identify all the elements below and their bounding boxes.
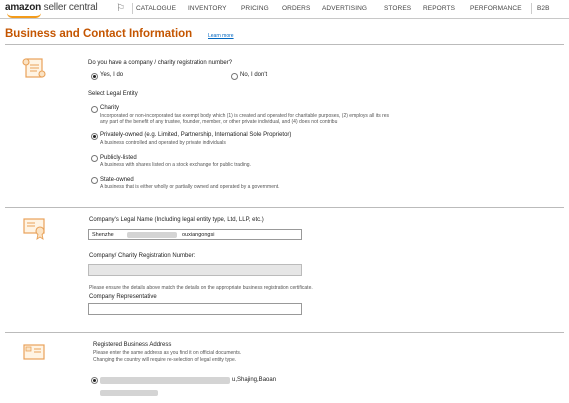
- flag-icon[interactable]: ⚐: [116, 3, 125, 14]
- nav-reports[interactable]: REPORTS: [423, 5, 455, 12]
- legal-entity-heading: Select Legal Entity: [88, 91, 138, 97]
- registered-address-value[interactable]: u,Shajing,Baoan: [232, 377, 276, 383]
- redacted-address-line-2: [100, 390, 158, 396]
- radio-no[interactable]: [231, 73, 238, 80]
- company-representative-input[interactable]: [88, 303, 302, 315]
- section-divider: [5, 44, 564, 45]
- logo-amazon-text: amazon: [5, 2, 42, 13]
- certificate-icon: [23, 218, 45, 240]
- option-charity-label[interactable]: Charity: [100, 105, 119, 111]
- option-state-owned-label[interactable]: State-owned: [100, 177, 134, 183]
- redacted-region: [127, 232, 177, 238]
- radio-registered-address[interactable]: [91, 377, 98, 384]
- registration-question: Do you have a company / charity registra…: [88, 60, 233, 66]
- section-divider: [5, 332, 564, 333]
- legal-name-input[interactable]: Shenzhe ouxiangongsi: [88, 229, 302, 240]
- address-note-2: Changing the country will require re-sel…: [93, 357, 237, 363]
- option-publicly-listed-label[interactable]: Publicly-listed: [100, 155, 137, 161]
- radio-publicly-listed[interactable]: [91, 155, 98, 162]
- option-publicly-listed-desc: A business with shares listed on a stock…: [100, 162, 251, 168]
- option-charity-desc-2: any part of the benefit of any trustee, …: [100, 119, 338, 125]
- legal-name-label: Company's Legal Name (Including legal en…: [89, 217, 264, 223]
- radio-yes[interactable]: [91, 73, 98, 80]
- nav-b2b[interactable]: B2B: [537, 5, 550, 12]
- nav-performance[interactable]: PERFORMANCE: [470, 5, 522, 12]
- registration-number-label: Company/ Charity Registration Number:: [89, 253, 196, 259]
- nav-catalogue[interactable]: CATALOGUE: [136, 5, 176, 12]
- radio-no-label[interactable]: No, I don't: [240, 72, 267, 78]
- redacted-address: [100, 377, 230, 384]
- company-representative-label: Company Representative: [89, 294, 157, 300]
- top-navigation-bar: amazon seller central ⚐ CATALOGUE INVENT…: [0, 0, 569, 19]
- seller-central-logo[interactable]: amazon seller central: [5, 2, 98, 18]
- option-privately-owned-label[interactable]: Privately-owned (e.g. Limited, Partnersh…: [100, 132, 291, 138]
- learn-more-link[interactable]: Learn more: [208, 33, 234, 39]
- legal-name-value-end: ouxiangongsi: [182, 232, 215, 238]
- scroll-document-icon: [22, 58, 46, 78]
- option-privately-owned-desc: A business controlled and operated by pr…: [100, 140, 226, 146]
- radio-state-owned[interactable]: [91, 177, 98, 184]
- nav-stores[interactable]: STORES: [384, 5, 411, 12]
- option-state-owned-desc: A business that is either wholly or part…: [100, 184, 280, 190]
- radio-yes-label[interactable]: Yes, I do: [100, 72, 123, 78]
- nav-advertising[interactable]: ADVERTISING: [322, 5, 367, 12]
- nav-inventory[interactable]: INVENTORY: [188, 5, 227, 12]
- envelope-icon: [23, 344, 45, 360]
- amazon-smile-icon: [7, 13, 41, 18]
- registration-number-input[interactable]: [88, 264, 302, 276]
- nav-orders[interactable]: ORDERS: [282, 5, 310, 12]
- details-match-note: Please ensure the details above match th…: [89, 285, 313, 291]
- nav-pricing[interactable]: PRICING: [241, 5, 269, 12]
- address-note-1: Please enter the same address as you fin…: [93, 350, 242, 356]
- logo-seller-central-text: seller central: [43, 2, 98, 13]
- nav-divider: [132, 3, 133, 14]
- page-title: Business and Contact Information: [5, 28, 193, 40]
- nav-divider: [531, 3, 532, 14]
- radio-charity[interactable]: [91, 106, 98, 113]
- legal-name-value-start: Shenzhe: [92, 232, 114, 238]
- business-address-heading: Registered Business Address: [93, 342, 172, 348]
- section-divider: [5, 207, 564, 208]
- radio-privately-owned[interactable]: [91, 133, 98, 140]
